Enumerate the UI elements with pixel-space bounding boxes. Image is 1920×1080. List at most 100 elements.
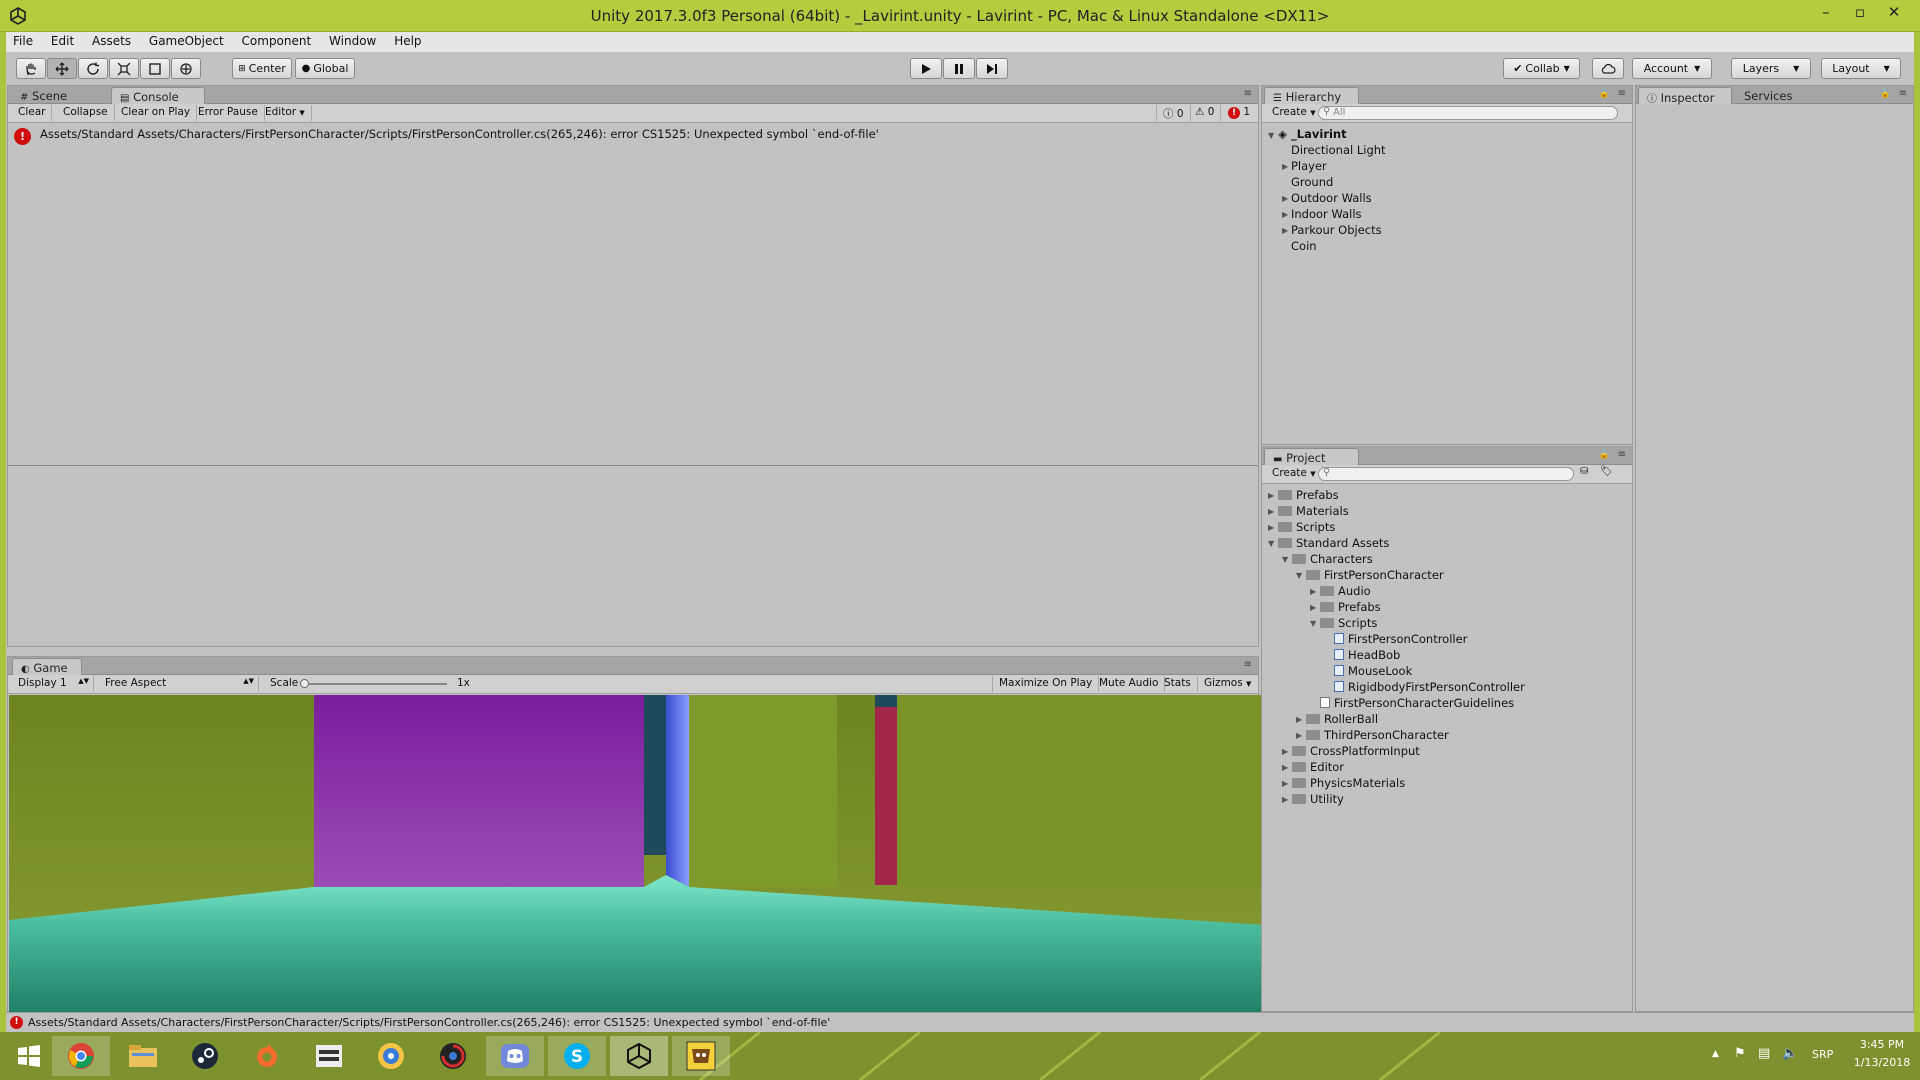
project-folder[interactable]: Audio	[1320, 584, 1371, 598]
menu-assets[interactable]: Assets	[85, 32, 138, 48]
project-folder[interactable]: FirstPersonCharacter	[1306, 568, 1444, 582]
tab-console[interactable]: ▤ Console	[111, 87, 205, 104]
clear-button[interactable]: Clear	[12, 105, 53, 121]
chevron-right-icon[interactable]: ▶	[1282, 226, 1288, 235]
hierarchy-create-dropdown[interactable]: Create ▼	[1266, 105, 1323, 121]
chevron-down-icon[interactable]: ▼	[1268, 539, 1274, 548]
taskbar-game-app[interactable]	[672, 1036, 730, 1076]
hand-tool-icon[interactable]	[16, 58, 46, 79]
panel-menu-icon[interactable]: ≡	[1618, 449, 1626, 460]
layout-dropdown[interactable]: Layout ▼	[1821, 58, 1901, 79]
minimize-icon[interactable]: –	[1808, 0, 1844, 26]
project-folder[interactable]: ThirdPersonCharacter	[1306, 728, 1449, 742]
taskbar-file-explorer[interactable]	[114, 1036, 172, 1076]
console-divider[interactable]	[8, 465, 1258, 466]
panel-menu-icon[interactable]: ≡	[1899, 88, 1907, 99]
project-folder[interactable]: Prefabs	[1320, 600, 1381, 614]
panel-menu-icon[interactable]: ≡	[1244, 88, 1252, 99]
stats-toggle[interactable]: Stats	[1158, 676, 1198, 692]
menu-file[interactable]: File	[6, 32, 40, 48]
project-folder[interactable]: Standard Assets	[1278, 536, 1389, 550]
hierarchy-item-indoor-walls[interactable]: Indoor Walls	[1291, 207, 1362, 221]
tab-game[interactable]: ◐ Game	[12, 658, 82, 675]
game-viewport[interactable]	[9, 695, 1265, 1015]
taskbar-discord[interactable]	[486, 1036, 544, 1076]
chevron-right-icon[interactable]: ▶	[1296, 715, 1302, 724]
chevron-down-icon[interactable]: ▼	[1268, 131, 1274, 140]
menu-gameobject[interactable]: GameObject	[142, 32, 231, 48]
volume-icon[interactable]: 🔈	[1782, 1046, 1798, 1061]
error-count-toggle[interactable]: ! 1	[1222, 105, 1256, 121]
taskbar-chrome[interactable]	[52, 1036, 110, 1076]
project-search-input[interactable]: ⚲	[1318, 467, 1574, 481]
chevron-down-icon[interactable]: ▼	[1296, 571, 1302, 580]
pivot-center-button[interactable]: ⊞ Center	[232, 58, 292, 79]
project-folder[interactable]: RollerBall	[1306, 712, 1378, 726]
project-folder[interactable]: PhysicsMaterials	[1292, 776, 1405, 790]
lock-icon[interactable]: 🔒	[1599, 450, 1610, 460]
project-folder[interactable]: Editor	[1292, 760, 1344, 774]
hierarchy-item-player[interactable]: Player	[1291, 159, 1327, 173]
project-folder[interactable]: Utility	[1292, 792, 1344, 806]
chevron-right-icon[interactable]: ▶	[1310, 603, 1316, 612]
info-count-toggle[interactable]: ⓘ 0	[1156, 105, 1191, 121]
collab-button[interactable]: ✔ Collab ▼	[1503, 58, 1580, 79]
language-indicator[interactable]: SRP	[1812, 1048, 1833, 1061]
move-tool-icon[interactable]	[47, 58, 77, 79]
clock-time[interactable]: 3:45 PM	[1852, 1038, 1912, 1051]
windows-start-button[interactable]	[0, 1036, 58, 1076]
taskbar-unity[interactable]	[610, 1036, 668, 1076]
tab-hierarchy[interactable]: ☰ Hierarchy	[1264, 87, 1359, 104]
pause-button[interactable]	[943, 58, 975, 79]
tray-expand-icon[interactable]: ▲	[1712, 1049, 1719, 1059]
chevron-down-icon[interactable]: ▼	[1310, 619, 1316, 628]
display-dropdown[interactable]: Display 1 ▲▼	[12, 676, 94, 692]
project-folder[interactable]: Scripts	[1278, 520, 1335, 534]
scene-root[interactable]: ▼ ◈ _Lavirint	[1268, 127, 1347, 141]
menu-component[interactable]: Component	[235, 32, 319, 48]
tab-inspector[interactable]: ⓘ Inspector	[1638, 87, 1732, 105]
chevron-right-icon[interactable]: ▶	[1282, 763, 1288, 772]
collapse-button[interactable]: Collapse	[57, 105, 115, 121]
project-script[interactable]: RigidbodyFirstPersonController	[1334, 680, 1525, 694]
maximize-on-play-toggle[interactable]: Maximize On Play	[992, 676, 1100, 692]
gizmos-dropdown[interactable]: Gizmos ▼	[1198, 676, 1257, 692]
project-file[interactable]: FirstPersonCharacterGuidelines	[1320, 696, 1514, 710]
close-icon[interactable]: ✕	[1876, 0, 1912, 26]
taskbar-media-player[interactable]	[300, 1036, 358, 1076]
action-center-icon[interactable]: ⚑	[1734, 1046, 1746, 1061]
scale-slider-thumb[interactable]	[300, 679, 309, 688]
chevron-right-icon[interactable]: ▶	[1268, 491, 1274, 500]
project-folder[interactable]: Prefabs	[1278, 488, 1339, 502]
network-icon[interactable]: ▤	[1758, 1046, 1770, 1061]
hierarchy-search-input[interactable]: ⚲ All	[1318, 106, 1618, 120]
tab-services[interactable]: Services	[1736, 87, 1801, 104]
pivot-global-button[interactable]: ● Global	[295, 58, 355, 79]
mute-audio-toggle[interactable]: Mute Audio	[1093, 676, 1166, 692]
lock-icon[interactable]: 🔒	[1880, 89, 1891, 99]
taskbar-skype[interactable]: S	[548, 1036, 606, 1076]
aspect-dropdown[interactable]: Free Aspect ▲▼	[99, 676, 259, 692]
chevron-right-icon[interactable]: ▶	[1268, 523, 1274, 532]
menu-window[interactable]: Window	[322, 32, 383, 48]
rect-tool-icon[interactable]	[140, 58, 170, 79]
clear-on-play-button[interactable]: Clear on Play	[115, 105, 198, 121]
chevron-right-icon[interactable]: ▶	[1282, 194, 1288, 203]
status-message[interactable]: Assets/Standard Assets/Characters/FirstP…	[28, 1016, 830, 1029]
account-dropdown[interactable]: Account ▼	[1632, 58, 1712, 79]
chevron-right-icon[interactable]: ▶	[1282, 795, 1288, 804]
hierarchy-item-outdoor-walls[interactable]: Outdoor Walls	[1291, 191, 1372, 205]
project-script[interactable]: MouseLook	[1334, 664, 1412, 678]
chevron-right-icon[interactable]: ▶	[1310, 587, 1316, 596]
chevron-right-icon[interactable]: ▶	[1282, 210, 1288, 219]
chevron-right-icon[interactable]: ▶	[1282, 747, 1288, 756]
cloud-button[interactable]	[1592, 58, 1624, 79]
menu-help[interactable]: Help	[387, 32, 428, 48]
scale-slider-track[interactable]	[302, 683, 447, 685]
lock-icon[interactable]: 🔒	[1599, 89, 1610, 99]
console-log-row[interactable]: ! Assets/Standard Assets/Characters/Firs…	[8, 124, 1258, 145]
warning-count-toggle[interactable]: ⚠ 0	[1189, 105, 1222, 121]
panel-menu-icon[interactable]: ≡	[1244, 659, 1252, 670]
play-button[interactable]	[910, 58, 942, 79]
panel-menu-icon[interactable]: ≡	[1618, 88, 1626, 99]
